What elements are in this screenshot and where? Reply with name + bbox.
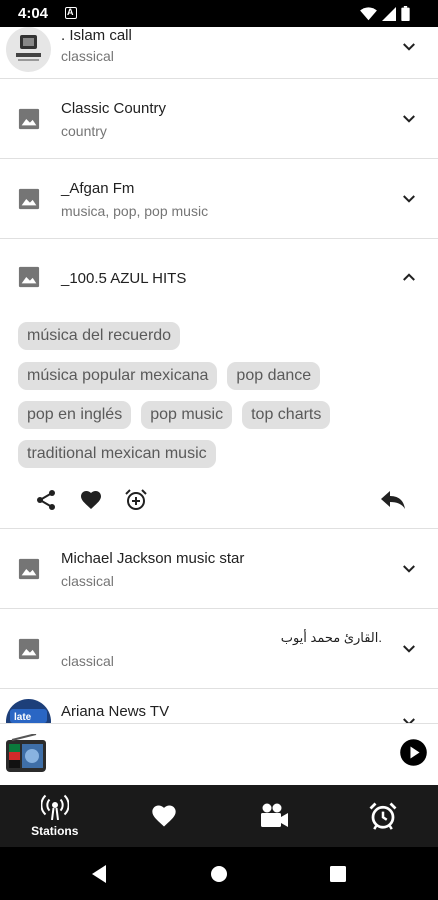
nav-stations[interactable]: Stations bbox=[0, 785, 110, 847]
home-icon[interactable] bbox=[210, 865, 228, 883]
tag-line: música popular mexicana pop dance bbox=[18, 362, 321, 390]
back-icon[interactable] bbox=[90, 864, 108, 884]
nav-favorites[interactable] bbox=[110, 785, 220, 847]
system-navigation-bar bbox=[0, 847, 438, 900]
notification-icon bbox=[65, 7, 77, 19]
status-bar: 4:04 bbox=[0, 0, 438, 27]
add-alarm-button[interactable] bbox=[121, 485, 151, 515]
play-icon[interactable] bbox=[399, 738, 428, 767]
favorite-button[interactable] bbox=[76, 485, 106, 515]
chevron-down-icon[interactable] bbox=[400, 713, 418, 723]
station-genre: country bbox=[61, 123, 107, 139]
genre-tag[interactable]: pop en inglés bbox=[18, 401, 132, 429]
radio-tower-icon bbox=[40, 794, 69, 820]
chevron-down-icon[interactable] bbox=[400, 560, 418, 578]
station-title: Michael Jackson music star bbox=[61, 550, 245, 567]
station-title: _100.5 AZUL HITS bbox=[61, 270, 187, 287]
genre-tag[interactable]: pop music bbox=[141, 401, 233, 429]
share-icon bbox=[37, 490, 55, 510]
chevron-down-icon[interactable] bbox=[400, 640, 418, 658]
tag-line: traditional mexican music bbox=[18, 440, 216, 468]
battery-icon bbox=[401, 6, 410, 21]
genre-tag[interactable]: música del recuerdo bbox=[18, 322, 181, 350]
station-genre: classical bbox=[61, 48, 114, 64]
signal-icon bbox=[382, 6, 396, 21]
share-button[interactable] bbox=[31, 485, 61, 515]
tag-line: pop en inglés pop music top charts bbox=[18, 401, 331, 429]
image-placeholder-icon bbox=[18, 558, 40, 580]
mini-player[interactable] bbox=[0, 723, 438, 785]
station-logo bbox=[6, 27, 51, 72]
genre-tag[interactable]: traditional mexican music bbox=[18, 440, 216, 468]
station-title: Classic Country bbox=[61, 100, 167, 117]
add-alarm-icon bbox=[125, 489, 147, 510]
reply-icon bbox=[381, 491, 405, 509]
station-row-expanded[interactable]: _100.5 AZUL HITS música del recuerdo mús… bbox=[0, 239, 438, 529]
station-list[interactable]: . Islam call classical Classic Country c… bbox=[0, 27, 438, 723]
status-icons bbox=[360, 6, 410, 21]
alarm-clock-icon bbox=[369, 802, 397, 830]
station-logo: late bbox=[6, 699, 51, 723]
collapse-button[interactable] bbox=[378, 485, 408, 515]
status-time: 4:04 bbox=[18, 5, 49, 22]
nav-videos[interactable] bbox=[219, 785, 329, 847]
heart-icon bbox=[152, 805, 176, 827]
image-placeholder-icon bbox=[18, 266, 40, 288]
station-row[interactable]: Classic Country country bbox=[0, 79, 438, 159]
chevron-down-icon[interactable] bbox=[400, 110, 418, 128]
nav-alarm[interactable] bbox=[329, 785, 438, 847]
station-row[interactable]: Michael Jackson music star classical bbox=[0, 529, 438, 609]
station-title: _Afgan Fm bbox=[61, 180, 135, 197]
chevron-up-icon[interactable] bbox=[400, 268, 418, 286]
image-placeholder-icon bbox=[18, 108, 40, 130]
station-genre: musica, pop, pop music bbox=[61, 203, 209, 219]
recents-icon[interactable] bbox=[330, 866, 346, 882]
genre-tag[interactable]: top charts bbox=[242, 401, 331, 429]
image-placeholder-icon bbox=[18, 188, 40, 210]
station-row[interactable]: late Ariana News TV bbox=[0, 689, 438, 723]
station-row[interactable]: _Afgan Fm musica, pop, pop music bbox=[0, 159, 438, 239]
station-title: Ariana News TV bbox=[61, 703, 170, 720]
station-row[interactable]: . Islam call classical bbox=[0, 27, 438, 79]
chevron-down-icon[interactable] bbox=[400, 38, 418, 56]
wifi-icon bbox=[360, 6, 377, 20]
bottom-navigation: Stations bbox=[0, 785, 438, 847]
image-placeholder-icon bbox=[18, 638, 40, 660]
genre-tag[interactable]: pop dance bbox=[227, 362, 321, 390]
heart-icon bbox=[81, 491, 101, 509]
chevron-down-icon[interactable] bbox=[400, 190, 418, 208]
svg-text:late: late bbox=[14, 712, 32, 723]
station-genre: classical bbox=[61, 653, 114, 669]
radio-logo-icon bbox=[6, 734, 46, 772]
genre-tag[interactable]: música popular mexicana bbox=[18, 362, 218, 390]
station-title: .القارئ محمد أيوب bbox=[280, 630, 382, 645]
tag-line: música del recuerdo bbox=[18, 322, 181, 350]
station-genre: classical bbox=[61, 573, 114, 589]
station-row[interactable]: .القارئ محمد أيوب classical bbox=[0, 609, 438, 689]
nav-label: Stations bbox=[31, 824, 79, 838]
station-title: . Islam call bbox=[61, 27, 132, 44]
video-camera-icon bbox=[260, 803, 288, 827]
